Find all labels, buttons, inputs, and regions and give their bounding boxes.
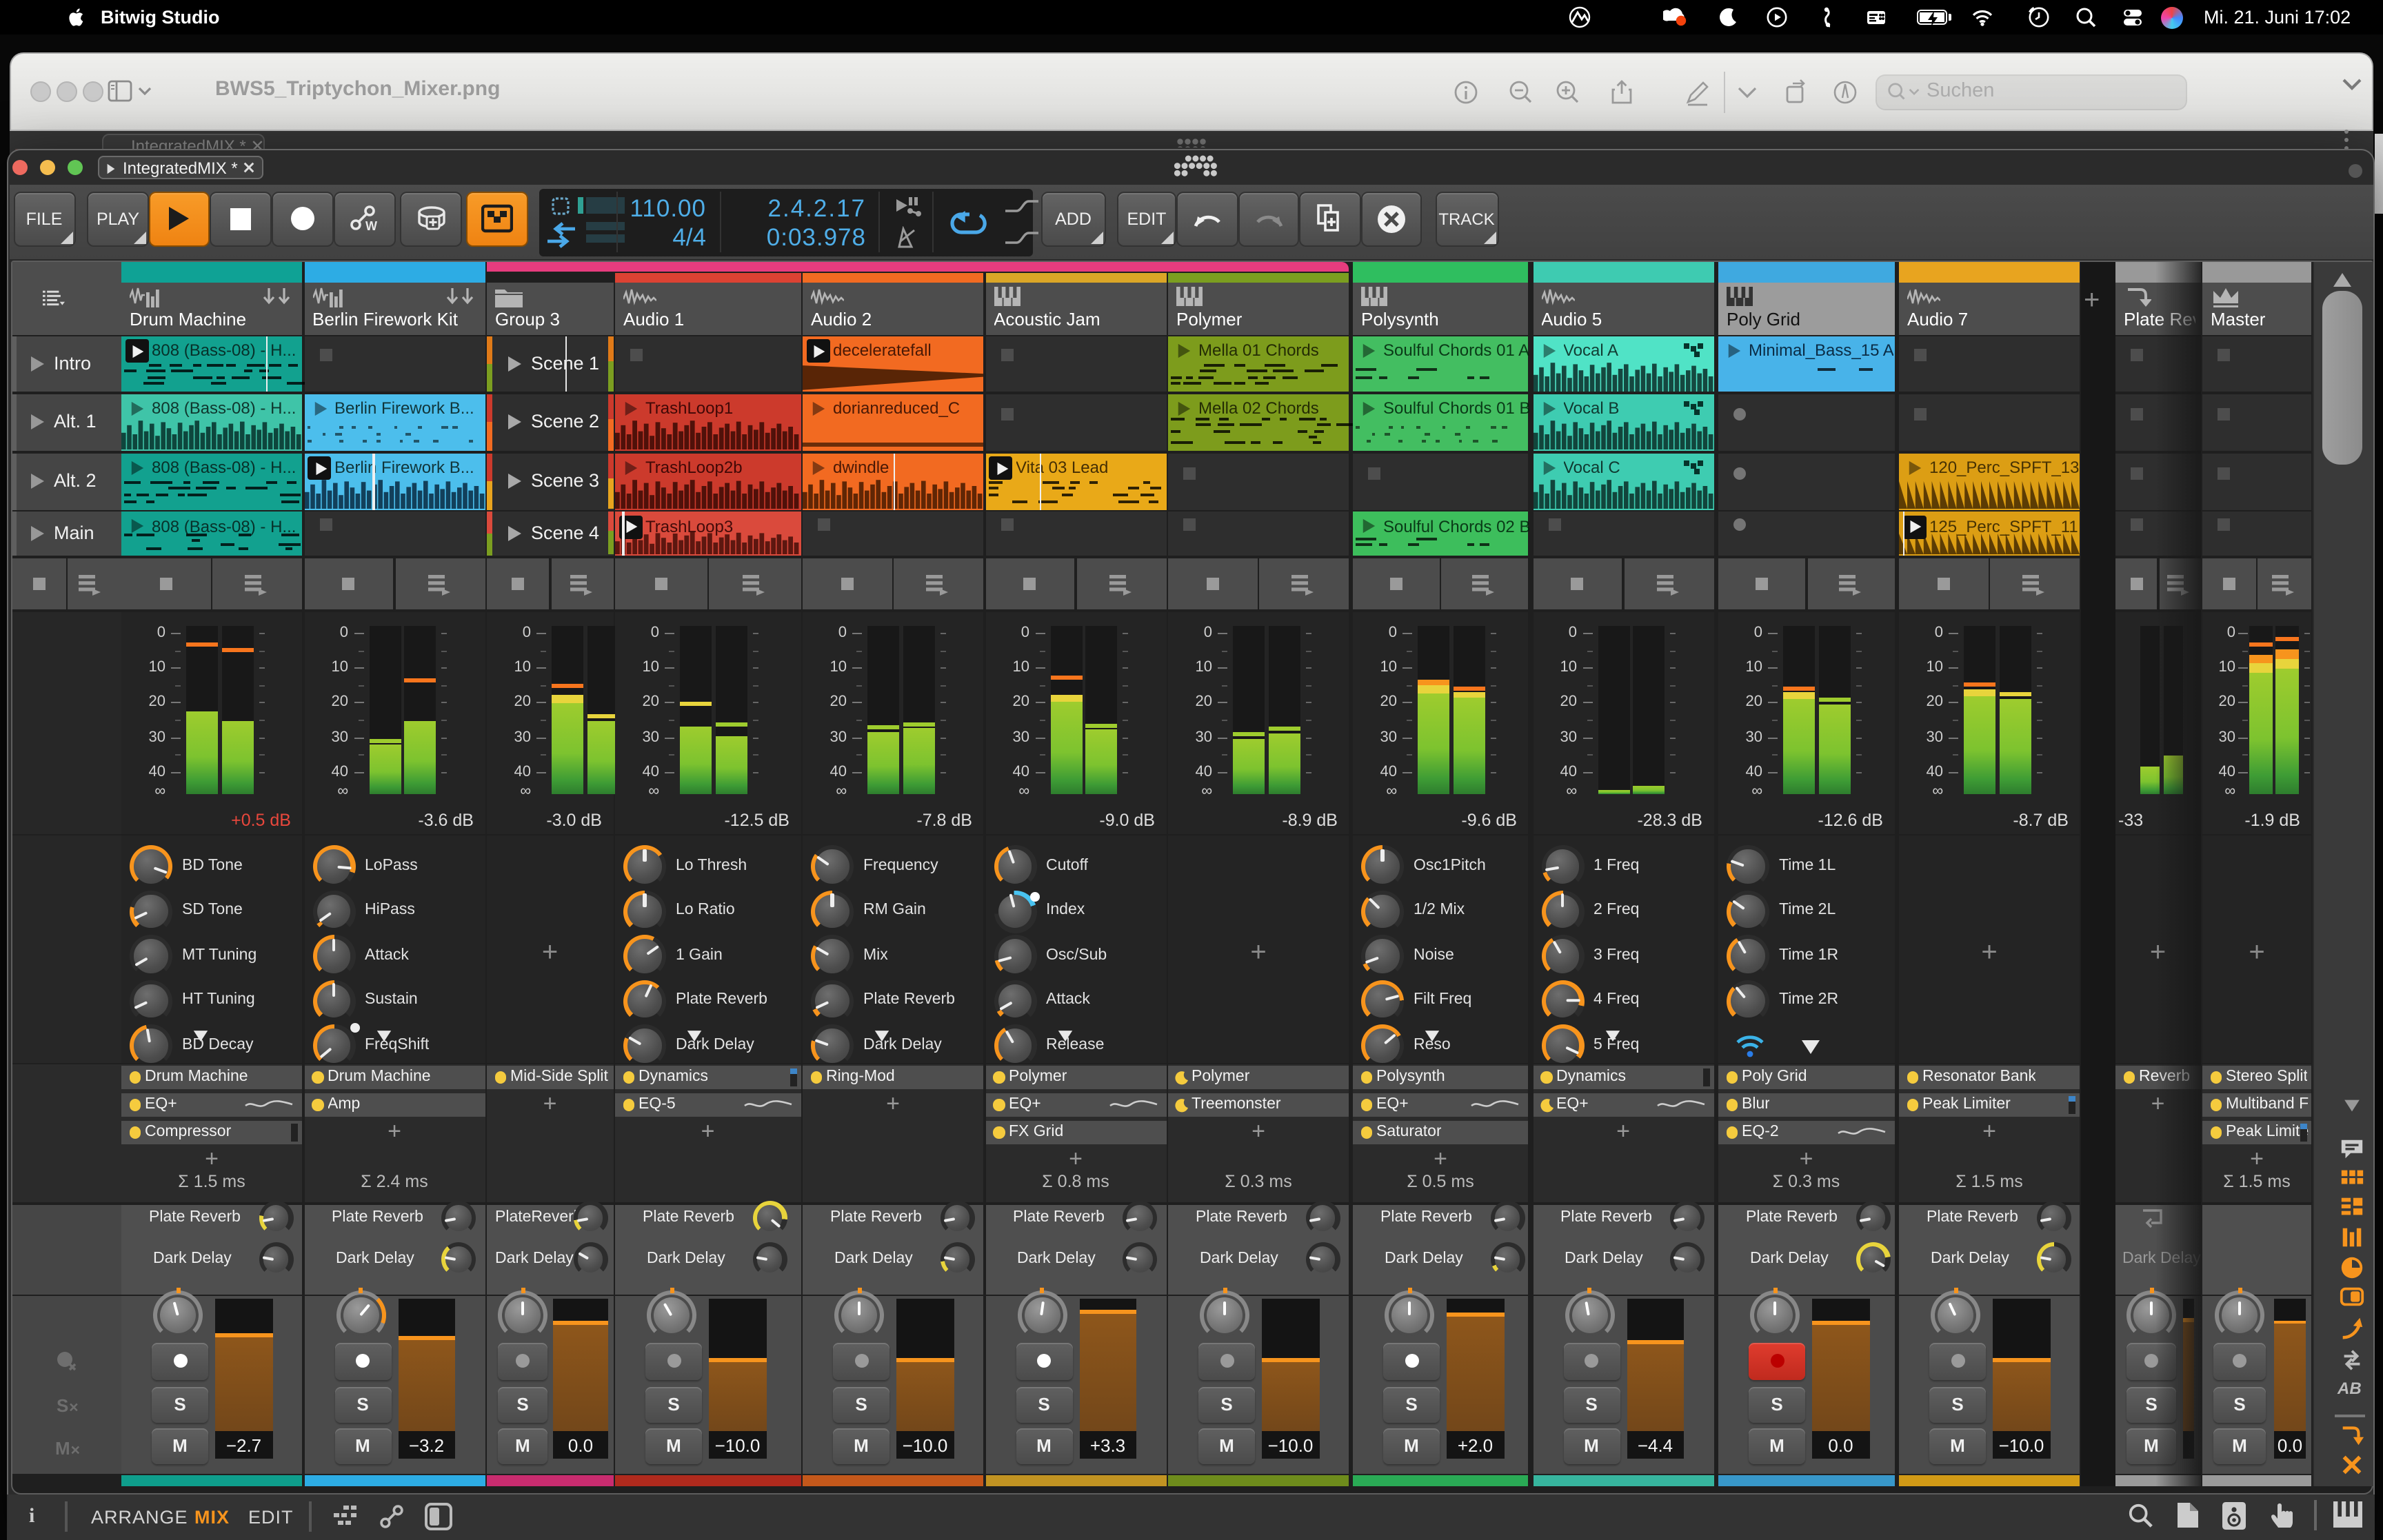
svg-text:W: W [365, 219, 377, 233]
